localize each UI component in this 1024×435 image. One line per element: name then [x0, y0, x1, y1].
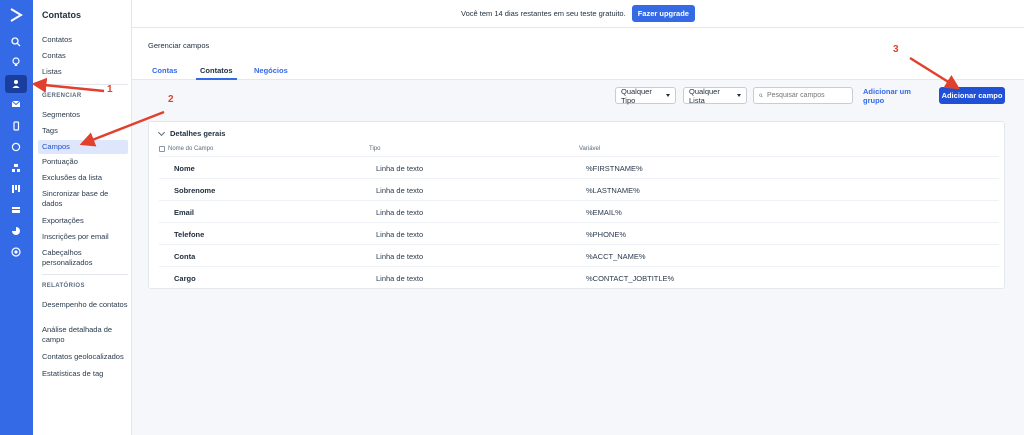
- lists-icon[interactable]: [8, 202, 24, 218]
- caret-down-icon: [737, 94, 741, 97]
- sidebar-item-segmentos[interactable]: Segmentos: [42, 110, 128, 120]
- search-icon[interactable]: [8, 34, 24, 50]
- contacts-icon[interactable]: [5, 75, 27, 93]
- field-type: Linha de texto: [376, 274, 424, 283]
- sidebar-item-cabecalhos[interactable]: Cabeçalhos personalizados: [42, 248, 128, 268]
- table-header: Nome do Campo Tipo Variável: [159, 146, 999, 156]
- search-input[interactable]: [767, 92, 847, 99]
- field-type: Linha de texto: [376, 208, 424, 217]
- field-variable: %LASTNAME%: [586, 186, 640, 195]
- sidebar-divider: [42, 84, 128, 85]
- pipelines-icon[interactable]: [8, 181, 24, 197]
- chevron-down-icon: [157, 128, 166, 136]
- lightbulb-icon[interactable]: [8, 54, 24, 70]
- field-name: Sobrenome: [174, 186, 216, 195]
- caret-down-icon: [666, 94, 670, 97]
- search-field[interactable]: [753, 87, 853, 104]
- field-type: Linha de texto: [376, 230, 424, 239]
- field-variable: %CONTACT_JOBTITLE%: [586, 274, 675, 283]
- annotation-label-2: 2: [168, 94, 174, 105]
- add-group-link[interactable]: Adicionar um grupo: [863, 87, 933, 105]
- table-row[interactable]: Cargo Linha de texto %CONTACT_JOBTITLE%: [159, 266, 999, 288]
- field-name: Telefone: [174, 230, 205, 239]
- sidebar-item-desempenho[interactable]: Desempenho de contatos: [42, 300, 128, 310]
- trial-message: Você tem 14 dias restantes em seu teste …: [461, 9, 626, 18]
- list-filter-label: Qualquer Lista: [689, 86, 720, 105]
- column-header-type: Tipo: [369, 146, 381, 152]
- type-filter-label: Qualquer Tipo: [621, 86, 652, 105]
- sidebar-item-geolocalizados[interactable]: Contatos geolocalizados: [42, 352, 128, 362]
- add-field-button[interactable]: Adicionar campo: [939, 87, 1005, 104]
- reports-icon[interactable]: [8, 223, 24, 239]
- sidebar-item-estatisticas[interactable]: Estatísticas de tag: [42, 369, 128, 379]
- sidebar-item-inscricoes[interactable]: Inscrições por email: [42, 232, 128, 242]
- annotation-label-3: 3: [893, 44, 899, 55]
- logo-icon[interactable]: [9, 8, 23, 22]
- search-icon: [759, 93, 763, 98]
- sidebar-divider: [42, 274, 128, 275]
- field-variable: %EMAIL%: [586, 208, 622, 217]
- field-name: Conta: [174, 252, 196, 261]
- annotation-label-1: 1: [107, 84, 113, 95]
- table-row[interactable]: Conta Linha de texto %ACCT_NAME%: [159, 244, 999, 266]
- main-content: Você tem 14 dias restantes em seu teste …: [132, 0, 1024, 435]
- field-type: Linha de texto: [376, 186, 424, 195]
- field-group-card: Detalhes gerais Nome do Campo Tipo Variá…: [148, 121, 1005, 289]
- column-header-name: Nome do Campo: [168, 146, 214, 152]
- page-title: Gerenciar campos: [148, 41, 210, 50]
- contacts-sidebar: Contatos Contatos Contas Listas GERENCIA…: [33, 0, 132, 435]
- sidebar-item-tags[interactable]: Tags: [42, 126, 128, 136]
- page-header: Gerenciar campos Contas Contatos Negócio…: [132, 28, 1024, 80]
- column-header-variable: Variável: [579, 146, 601, 152]
- plus-icon[interactable]: [8, 244, 24, 260]
- sidebar-item-sincronizar[interactable]: Sincronizar base de dados: [42, 189, 128, 209]
- table-row[interactable]: Sobrenome Linha de texto %LASTNAME%: [159, 178, 999, 200]
- sidebar-item-pontuacao[interactable]: Pontuação: [42, 157, 128, 167]
- sidebar-title: Contatos: [42, 10, 81, 20]
- table-row[interactable]: Telefone Linha de texto %PHONE%: [159, 222, 999, 244]
- field-name: Nome: [174, 164, 195, 173]
- select-all-checkbox[interactable]: [159, 146, 165, 152]
- sidebar-item-analise[interactable]: Análise detalhada de campo: [42, 325, 128, 345]
- field-type: Linha de texto: [376, 252, 424, 261]
- field-name: Cargo: [174, 274, 196, 283]
- field-variable: %ACCT_NAME%: [586, 252, 646, 261]
- table-row[interactable]: Nome Linha de texto %FIRSTNAME%: [159, 156, 999, 178]
- field-variable: %PHONE%: [586, 230, 627, 239]
- whatsapp-icon[interactable]: [8, 139, 24, 155]
- field-type: Linha de texto: [376, 164, 424, 173]
- trial-banner: Você tem 14 dias restantes em seu teste …: [132, 0, 1024, 28]
- sidebar-item-exclusoes[interactable]: Exclusões da lista: [42, 173, 128, 183]
- sidebar-item-campos[interactable]: Campos: [38, 140, 128, 154]
- mobile-icon[interactable]: [8, 118, 24, 134]
- field-name: Email: [174, 208, 195, 217]
- section-relatorios: RELATÓRIOS: [42, 283, 85, 289]
- automations-icon[interactable]: [8, 160, 24, 176]
- group-title: Detalhes gerais: [170, 129, 226, 138]
- field-variable: %FIRSTNAME%: [586, 164, 643, 173]
- upgrade-button[interactable]: Fazer upgrade: [631, 5, 695, 22]
- list-filter-dropdown[interactable]: Qualquer Lista: [683, 86, 747, 105]
- email-icon[interactable]: [8, 96, 24, 112]
- sidebar-item-listas[interactable]: Listas: [42, 67, 128, 77]
- tab-negocios[interactable]: Negócios: [254, 66, 288, 75]
- tab-contas[interactable]: Contas: [152, 66, 177, 75]
- tab-contatos[interactable]: Contatos: [196, 66, 236, 80]
- sidebar-item-contatos[interactable]: Contatos: [42, 35, 128, 45]
- table-row[interactable]: Email Linha de texto %EMAIL%: [159, 200, 999, 222]
- type-filter-dropdown[interactable]: Qualquer Tipo: [615, 86, 676, 105]
- group-header[interactable]: Detalhes gerais: [157, 128, 226, 138]
- section-gerenciar: GERENCIAR: [42, 93, 82, 99]
- icon-rail: [0, 0, 33, 435]
- sidebar-item-exportacoes[interactable]: Exportações: [42, 216, 128, 226]
- sidebar-item-contas[interactable]: Contas: [42, 51, 128, 61]
